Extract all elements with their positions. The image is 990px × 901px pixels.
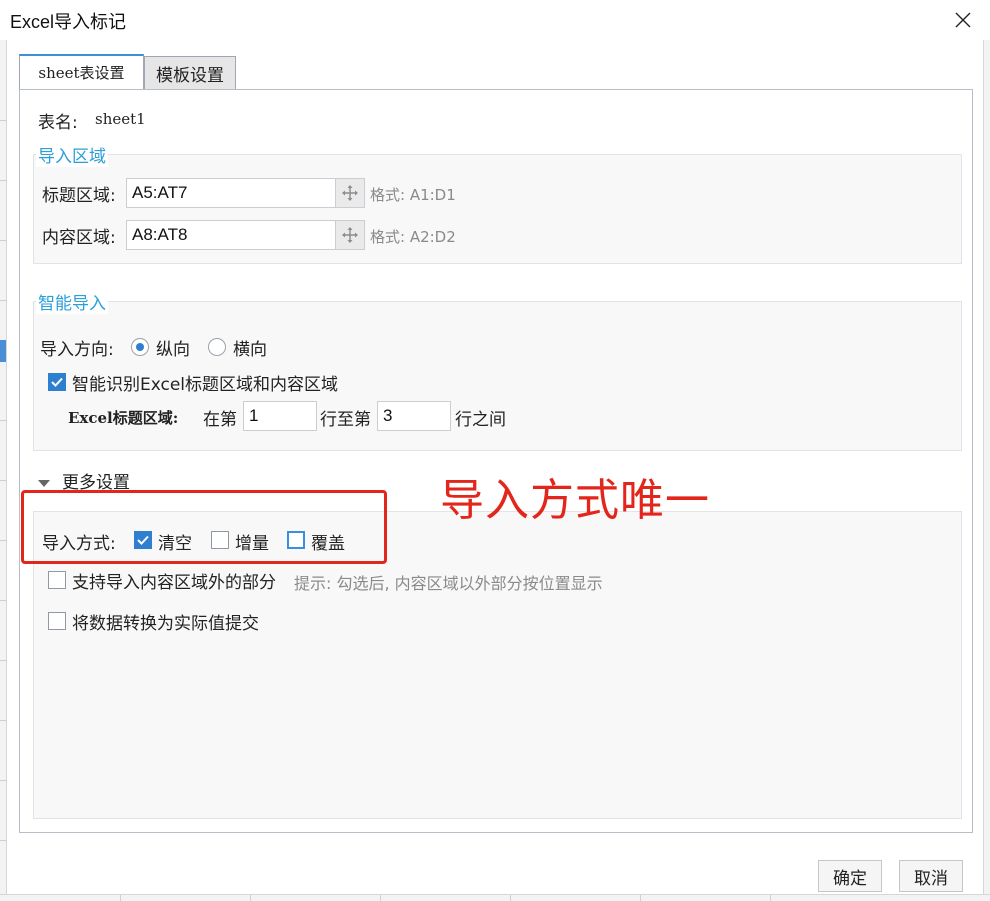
content-area-input[interactable]: A8:AT8: [126, 220, 336, 250]
header-range-label: Excel标题区域:: [68, 409, 179, 427]
close-icon: [955, 12, 971, 28]
background-sheet-left: [0, 40, 7, 900]
move-arrows-icon: [342, 185, 358, 201]
tab-sheet-settings[interactable]: sheet表设置: [19, 54, 144, 89]
close-button[interactable]: [940, 0, 986, 40]
import-area-title: 导入区域: [36, 142, 108, 167]
outside-area-checkbox[interactable]: [48, 571, 66, 589]
title-area-pick-button[interactable]: [335, 178, 365, 208]
annotation-text: 导入方式唯一: [440, 475, 710, 526]
ok-button[interactable]: 确定: [818, 860, 882, 892]
smart-import-title: 智能导入: [36, 289, 108, 314]
cancel-button[interactable]: 取消: [899, 860, 963, 892]
auto-detect-checkbox[interactable]: [48, 373, 66, 391]
annotation-highlight-box: [21, 490, 387, 564]
move-arrows-icon: [342, 227, 358, 243]
import-direction-label: 导入方向:: [40, 340, 114, 360]
sheet-name-label: 表名:: [38, 113, 78, 133]
title-area-format-hint: 格式: A1:D1: [370, 186, 456, 204]
content-area-pick-button[interactable]: [335, 220, 365, 250]
header-range-from-input[interactable]: 1: [243, 401, 317, 431]
direction-vertical-label: 纵向: [156, 340, 190, 360]
convert-values-label: 将数据转换为实际值提交: [72, 614, 259, 634]
header-range-from-value: 1: [249, 406, 259, 425]
content-area-value: A8:AT8: [132, 225, 188, 244]
tab-template-settings-label: 模板设置: [156, 65, 224, 86]
background-sheet-right: [983, 40, 990, 900]
triangle-down-icon: [38, 480, 50, 487]
direction-vertical-radio[interactable]: [131, 338, 149, 356]
convert-values-checkbox[interactable]: [48, 612, 66, 630]
dialog-title-bar: Excel导入标记: [0, 0, 990, 40]
title-area-input[interactable]: A5:AT7: [126, 178, 336, 208]
sheet-name-value: sheet1: [95, 110, 146, 128]
dialog-title: Excel导入标记: [10, 12, 127, 32]
header-range-suffix: 行之间: [455, 410, 506, 430]
content-area-label: 内容区域:: [42, 228, 116, 248]
content-area-format-hint: 格式: A2:D2: [370, 228, 456, 246]
header-range-prefix: 在第: [203, 410, 237, 430]
outside-area-label: 支持导入内容区域外的部分: [72, 573, 276, 593]
direction-horizontal-radio[interactable]: [208, 338, 226, 356]
tab-template-settings[interactable]: 模板设置: [144, 56, 236, 89]
tab-sheet-settings-label: sheet表设置: [38, 64, 125, 82]
direction-horizontal-label: 横向: [233, 340, 267, 360]
outside-area-hint: 提示: 勾选后, 内容区域以外部分按位置显示: [294, 574, 603, 593]
checkmark-icon: [51, 377, 63, 387]
title-area-label: 标题区域:: [42, 186, 116, 206]
header-range-to-value: 3: [383, 406, 393, 425]
header-range-mid: 行至第: [320, 410, 371, 430]
title-area-value: A5:AT7: [132, 183, 188, 202]
header-range-to-input[interactable]: 3: [377, 401, 451, 431]
auto-detect-label: 智能识别Excel标题区域和内容区域: [72, 375, 339, 395]
